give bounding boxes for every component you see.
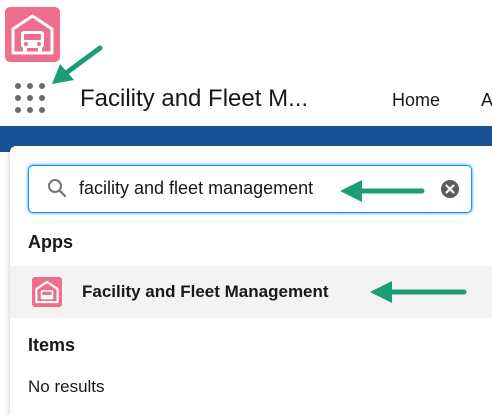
annotation-arrow-icon [52,45,103,84]
clear-icon[interactable] [440,179,460,204]
app-name: Facility and Fleet M... [80,85,309,112]
tab-home[interactable]: Home [392,90,440,111]
garage-car-icon [32,277,62,307]
annotation-arrow-icon [340,180,425,202]
app-launcher-waffle-icon[interactable] [15,83,47,115]
apps-section-title: Apps [28,232,73,252]
items-section-title: Items [28,335,76,355]
search-icon [47,178,67,203]
no-results-text: No results [28,377,105,396]
app-result-label: Facility and Fleet Management [82,282,329,301]
tab-next[interactable]: A [481,90,492,111]
annotation-arrow-icon [370,281,467,303]
